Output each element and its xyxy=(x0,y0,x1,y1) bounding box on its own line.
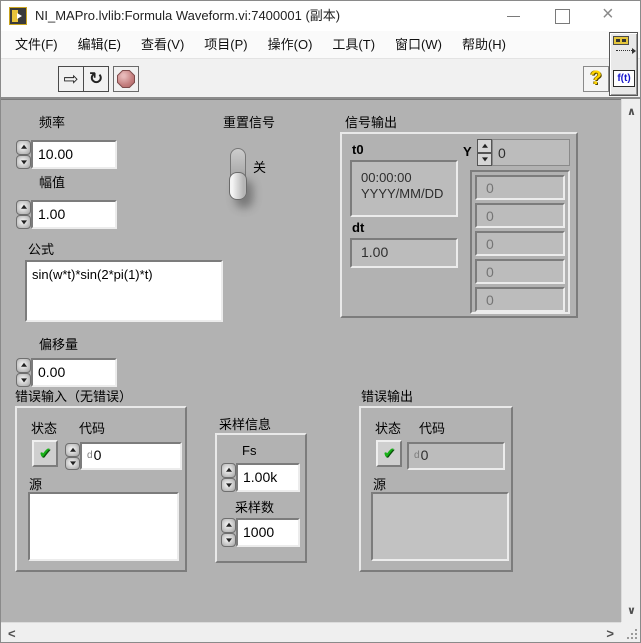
stop-octagon-icon xyxy=(117,70,135,88)
signal-output-cluster: t0 00:00:00 YYYY/MM/DD dt 1.00 Y 0 0 0 0… xyxy=(340,132,578,318)
error-in-status-boolean[interactable] xyxy=(32,440,58,467)
error-out-status-boolean xyxy=(376,440,402,467)
minimize-button[interactable] xyxy=(492,1,536,31)
vi-icon: f(t) xyxy=(609,32,638,96)
toolbar xyxy=(1,59,640,99)
run-continuous-icon xyxy=(89,71,103,88)
error-in-label: 错误输入（无错误） xyxy=(15,389,133,404)
front-panel: 频率 10.00 幅值 1.00 公式 sin(w*t)*sin(2*pi(1)… xyxy=(1,99,621,622)
error-out-source-indicator xyxy=(371,492,509,561)
scroll-up-icon[interactable] xyxy=(627,102,636,120)
error-in-code-label: 代码 xyxy=(79,421,106,436)
reset-signal-label: 重置信号 xyxy=(223,115,276,130)
y-array-cell: 0 xyxy=(475,203,565,228)
error-out-code-label: 代码 xyxy=(419,421,446,436)
error-in-code-input[interactable]: d0 xyxy=(80,442,182,470)
y-index-input[interactable]: 0 xyxy=(492,139,570,166)
menu-operate[interactable]: 操作(O) xyxy=(258,31,323,58)
frequency-stepper[interactable] xyxy=(16,140,31,169)
amplitude-input[interactable]: 1.00 xyxy=(31,200,117,229)
context-help-button[interactable] xyxy=(583,66,609,92)
menu-file[interactable]: 文件(F) xyxy=(5,31,68,58)
error-out-status-label: 状态 xyxy=(375,421,402,436)
formula-label: 公式 xyxy=(28,242,55,257)
t0-time: 00:00:00 xyxy=(361,170,412,185)
run-continuously-button[interactable] xyxy=(83,66,109,92)
reset-signal-state: 关 xyxy=(253,160,267,175)
error-in-cluster: 状态 代码 d0 源 xyxy=(15,406,187,572)
menu-edit[interactable]: 编辑(E) xyxy=(68,31,131,58)
samples-label: 采样数 xyxy=(235,500,275,515)
sampling-info-cluster: Fs 1.00k 采样数 1000 xyxy=(215,433,307,563)
check-icon xyxy=(383,445,396,462)
formula-ft-icon: f(t) xyxy=(613,70,635,87)
amplitude-stepper[interactable] xyxy=(16,200,31,229)
signal-output-label: 信号输出 xyxy=(345,115,398,130)
amplitude-label: 幅值 xyxy=(39,175,66,190)
menu-window[interactable]: 窗口(W) xyxy=(385,31,452,58)
frequency-label: 频率 xyxy=(39,115,66,130)
dt-indicator: 1.00 xyxy=(350,238,458,268)
window-title: NI_MAPro.lvlib:Formula Waveform.vi:74000… xyxy=(35,8,341,23)
fs-stepper[interactable] xyxy=(221,463,236,492)
fs-input[interactable]: 1.00k xyxy=(236,463,300,492)
resize-grip-icon[interactable] xyxy=(627,629,637,639)
labview-app-icon xyxy=(9,7,27,25)
scroll-right-icon[interactable] xyxy=(606,625,614,642)
menu-tools[interactable]: 工具(T) xyxy=(322,31,385,58)
y-array-cell: 0 xyxy=(475,259,565,284)
samples-stepper[interactable] xyxy=(221,518,236,547)
offset-input[interactable]: 0.00 xyxy=(31,358,117,387)
question-mark-icon xyxy=(590,71,602,88)
offset-stepper[interactable] xyxy=(16,358,31,387)
titlebar[interactable]: NI_MAPro.lvlib:Formula Waveform.vi:74000… xyxy=(1,1,640,31)
dt-label: dt xyxy=(352,220,365,235)
t0-indicator: 00:00:00 YYYY/MM/DD xyxy=(350,160,458,217)
menu-project[interactable]: 项目(P) xyxy=(194,31,257,58)
radix-mark: d xyxy=(414,450,420,461)
error-out-code-indicator: d0 xyxy=(407,442,505,470)
formula-input[interactable]: sin(w*t)*sin(2*pi(1)*t) xyxy=(25,260,223,322)
fs-label: Fs xyxy=(242,443,257,458)
scrollbar-corner xyxy=(621,622,640,642)
sampling-info-label: 采样信息 xyxy=(219,417,272,432)
radix-mark: d xyxy=(87,450,93,461)
reset-signal-toggle[interactable] xyxy=(229,146,249,202)
error-out-source-label: 源 xyxy=(373,477,387,492)
y-array-cell: 0 xyxy=(475,175,565,200)
y-array-cell: 0 xyxy=(475,287,565,312)
toggle-knob-icon[interactable] xyxy=(229,172,247,200)
vi-icon-arrow xyxy=(616,48,636,54)
y-array-frame: 0 0 0 0 0 xyxy=(470,170,570,314)
vi-icon-banner xyxy=(613,36,629,45)
vi-front-panel-window: NI_MAPro.lvlib:Formula Waveform.vi:74000… xyxy=(0,0,641,643)
error-in-code-stepper[interactable] xyxy=(65,443,80,470)
t0-date: YYYY/MM/DD xyxy=(361,186,444,201)
error-out-cluster: 状态 代码 d0 源 xyxy=(359,406,513,572)
menubar: 文件(F) 编辑(E) 查看(V) 项目(P) 操作(O) 工具(T) 窗口(W… xyxy=(1,31,640,59)
run-arrow-icon xyxy=(63,72,78,89)
scroll-left-icon[interactable] xyxy=(8,625,16,642)
t0-label: t0 xyxy=(352,142,364,157)
frequency-input[interactable]: 10.00 xyxy=(31,140,117,169)
offset-label: 偏移量 xyxy=(39,337,79,352)
y-array-cell: 0 xyxy=(475,231,565,256)
y-label: Y xyxy=(463,144,472,159)
scroll-down-icon[interactable] xyxy=(627,601,636,619)
run-button[interactable] xyxy=(58,66,84,92)
y-index-stepper[interactable] xyxy=(477,139,492,166)
vertical-scrollbar[interactable] xyxy=(621,99,640,622)
close-button[interactable] xyxy=(588,1,632,31)
check-icon xyxy=(39,445,52,462)
error-in-status-label: 状态 xyxy=(31,421,58,436)
menu-view[interactable]: 查看(V) xyxy=(131,31,194,58)
samples-input[interactable]: 1000 xyxy=(236,518,300,547)
menu-help[interactable]: 帮助(H) xyxy=(452,31,516,58)
maximize-button[interactable] xyxy=(540,1,584,31)
abort-button[interactable] xyxy=(113,66,139,92)
error-in-source-input[interactable] xyxy=(28,492,179,561)
horizontal-scrollbar[interactable] xyxy=(1,622,621,642)
error-out-label: 错误输出 xyxy=(361,389,414,404)
error-in-source-label: 源 xyxy=(29,477,43,492)
